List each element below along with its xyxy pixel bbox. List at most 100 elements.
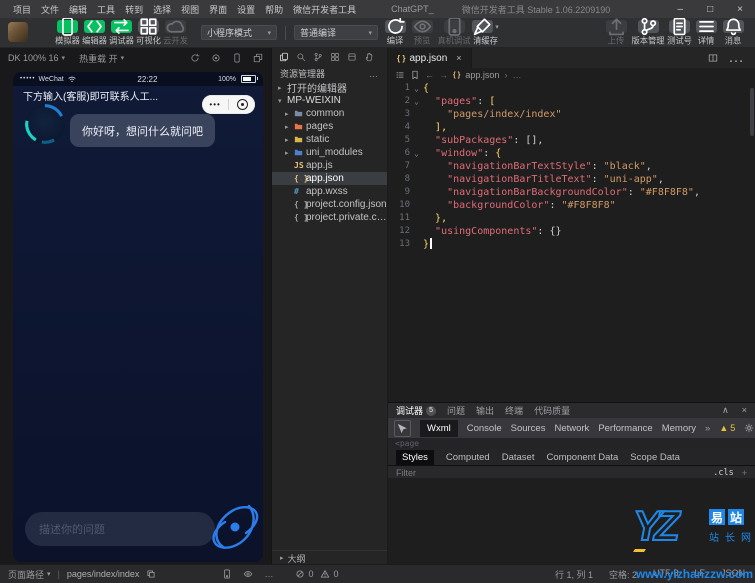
menu-编辑[interactable]: 编辑 [64, 3, 92, 16]
filter-input[interactable]: Filter [396, 468, 416, 478]
open-editors-section[interactable]: ▸ 打开的编辑器 [272, 81, 387, 94]
outline-section[interactable]: ▸ 大纲 [272, 550, 387, 565]
question-input[interactable]: 描述你的问题 [25, 512, 215, 546]
toolbar-button-调试器[interactable]: 调试器 [108, 20, 135, 47]
source-control-icon[interactable] [313, 52, 323, 62]
tree-item-app.wxss[interactable]: #app.wxss [272, 185, 387, 198]
device-select[interactable]: DK 100% 16 ▾ [8, 53, 65, 63]
more-tabs-icon[interactable]: » [705, 423, 710, 434]
split-editor-icon[interactable] [708, 53, 718, 63]
hot-reload-toggle[interactable]: 热重载 开 ▾ [79, 52, 124, 65]
detach-simulator-icon[interactable] [222, 569, 232, 579]
toolbar-button-版本管理[interactable]: 版本管理 [630, 20, 666, 47]
toolbar-button-云开发[interactable]: 云开发 [162, 20, 189, 47]
tab-app-json[interactable]: { } app.json × [388, 48, 472, 68]
devtools-tab-Network[interactable]: Network [554, 423, 589, 434]
maximize-button[interactable]: □ [707, 4, 713, 15]
bookmark-icon[interactable] [410, 70, 420, 80]
back-icon[interactable]: ← [425, 70, 434, 80]
files-view-icon[interactable] [279, 52, 289, 62]
copy-path-icon[interactable] [146, 569, 156, 579]
tree-item-project.private.config.js…[interactable]: { }project.private.config.js… [272, 211, 387, 224]
close-button[interactable]: × [737, 4, 743, 15]
toolbar-button-编辑器[interactable]: 编辑器 [81, 20, 108, 47]
device-frame-icon[interactable] [232, 53, 242, 63]
tree-item-app.json[interactable]: { }app.json [272, 172, 387, 185]
panel-tab-调试器[interactable]: 调试器5 [396, 404, 436, 417]
styles-tab-Dataset[interactable]: Dataset [502, 452, 535, 463]
toolbar-button-测试号[interactable]: 测试号 [666, 20, 693, 47]
devtools-tab-Console[interactable]: Console [467, 423, 502, 434]
search-icon[interactable] [296, 52, 306, 62]
atom-logo-icon[interactable] [209, 498, 261, 556]
styles-tab-Styles[interactable]: Styles [396, 450, 434, 465]
preview-icon[interactable] [347, 52, 357, 62]
toolbar-button-消息[interactable]: 消息 [720, 20, 747, 47]
breadcrumb-file[interactable]: app.json [465, 70, 499, 80]
exit-target-icon[interactable] [237, 99, 248, 110]
toolbar-button-详情[interactable]: 详情 [693, 20, 720, 47]
tree-item-pages[interactable]: ▸pages [272, 120, 387, 133]
panel-tab-终端[interactable]: 终端 [505, 404, 523, 417]
toolbar-button-模拟器[interactable]: 模拟器 [54, 20, 81, 47]
user-avatar[interactable] [8, 22, 28, 42]
add-rule-button[interactable]: + [742, 468, 747, 478]
toggle-visibility-icon[interactable] [243, 569, 253, 579]
tree-item-app.js[interactable]: JSapp.js [272, 159, 387, 172]
panel-tab-问题[interactable]: 问题 [447, 404, 465, 417]
menu-文件[interactable]: 文件 [36, 3, 64, 16]
project-root-row[interactable]: ▾ MP-WEIXIN [272, 94, 387, 107]
menu-界面[interactable]: 界面 [204, 3, 232, 16]
extensions-icon[interactable] [330, 52, 340, 62]
more-icon[interactable]: … [264, 569, 274, 579]
inspect-element-icon[interactable] [394, 420, 411, 437]
record-icon[interactable] [211, 53, 221, 63]
devtools-tab-Sources[interactable]: Sources [511, 423, 546, 434]
hand-tool-icon[interactable] [364, 52, 374, 62]
editor-scrollbar[interactable] [750, 88, 754, 136]
toolbar-button-清缓存[interactable]: ▾清缓存 [472, 20, 499, 47]
menu-视图[interactable]: 视图 [176, 3, 204, 16]
multi-window-icon[interactable] [253, 53, 263, 63]
tree-item-project.config.json[interactable]: { }project.config.json [272, 198, 387, 211]
menu-工具[interactable]: 工具 [92, 3, 120, 16]
styles-tab-Scope-Data[interactable]: Scope Data [630, 452, 680, 463]
menu-转到[interactable]: 转到 [120, 3, 148, 16]
cls-toggle[interactable]: .cls [713, 468, 733, 478]
panel-tab-代码质量[interactable]: 代码质量 [534, 404, 570, 417]
statusbar-item[interactable]: LF [694, 568, 705, 581]
menu-设置[interactable]: 设置 [232, 3, 260, 16]
tree-item-common[interactable]: ▸common [272, 107, 387, 120]
collapse-panel-icon[interactable]: ∧ [722, 405, 729, 416]
toolbar-button-可视化[interactable]: 可视化 [135, 20, 162, 47]
gear-icon[interactable] [744, 423, 754, 433]
more-icon[interactable]: ••• [209, 95, 220, 114]
warning-count[interactable]: ▲5 [719, 423, 735, 433]
more-icon[interactable]: … [369, 69, 379, 79]
restart-icon[interactable] [190, 53, 200, 63]
panel-tab-输出[interactable]: 输出 [476, 404, 494, 417]
close-panel-icon[interactable]: × [742, 405, 747, 416]
styles-tab-Computed[interactable]: Computed [446, 452, 490, 463]
devtools-tab-Wxml[interactable]: Wxml [420, 420, 458, 437]
more-icon[interactable]: … [728, 49, 745, 67]
statusbar-item[interactable]: JSON [721, 568, 745, 581]
close-tab-icon[interactable]: × [456, 53, 461, 63]
breadcrumb-more[interactable]: … [512, 70, 521, 80]
devtools-tab-Performance[interactable]: Performance [598, 423, 652, 434]
toolbar-button-编译[interactable]: 编译 [382, 20, 409, 47]
forward-icon[interactable]: → [439, 70, 448, 80]
styles-tab-Component-Data[interactable]: Component Data [546, 452, 618, 463]
tree-item-static[interactable]: ▸static [272, 133, 387, 146]
tree-item-uni_modules[interactable]: ▸uni_modules [272, 146, 387, 159]
statusbar-item[interactable]: UTF-8 [653, 568, 679, 581]
problems-indicator[interactable]: 0 0 [295, 569, 338, 579]
mode-select[interactable]: 小程序模式 ▾ [201, 25, 277, 40]
code-editor[interactable]: 1⌄{2⌄ "pages": [3 "pages/index/index"4 ]… [388, 82, 749, 403]
devtools-tab-Memory[interactable]: Memory [662, 423, 696, 434]
statusbar-item[interactable]: 行 1, 列 1 [555, 568, 593, 581]
outline-list-icon[interactable] [395, 70, 405, 80]
statusbar-item[interactable]: 空格: 2 [609, 568, 637, 581]
menu-微信开发者工具[interactable]: 微信开发者工具 [288, 3, 361, 16]
menu-帮助[interactable]: 帮助 [260, 3, 288, 16]
